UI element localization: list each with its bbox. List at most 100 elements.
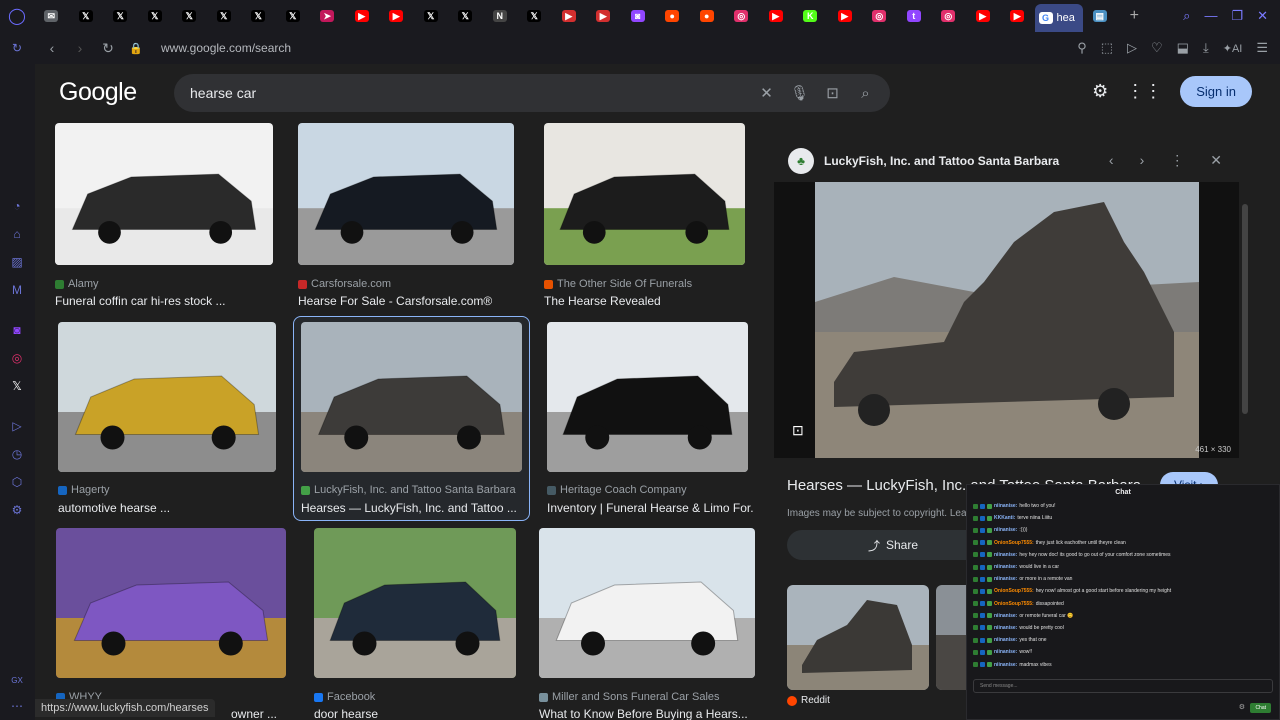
bird-tab[interactable]: ➤: [310, 0, 345, 32]
chat-username[interactable]: OnionSoup7555:: [994, 540, 1034, 546]
reload-icon[interactable]: ↻: [9, 40, 25, 56]
x-tab[interactable]: 𝕏: [414, 0, 449, 32]
chat-settings-icon[interactable]: ⚙: [1239, 703, 1245, 711]
chat-send-button[interactable]: Chat: [1250, 703, 1271, 713]
result-source[interactable]: Facebook: [314, 691, 375, 703]
history-icon[interactable]: ◷: [9, 446, 25, 462]
kick-tab[interactable]: K: [793, 0, 828, 32]
youtube-tab[interactable]: ▶: [1000, 0, 1035, 32]
preview-image[interactable]: ⊡ 461 × 330: [774, 182, 1239, 458]
x-tab[interactable]: 𝕏: [172, 0, 207, 32]
instagram-icon[interactable]: ◎: [9, 350, 25, 366]
panel-scrollbar[interactable]: [1242, 204, 1248, 414]
chat-username[interactable]: niinanise:: [994, 576, 1017, 582]
heart-icon[interactable]: ♡: [1151, 40, 1163, 56]
previous-icon[interactable]: ‹: [1109, 152, 1114, 169]
more-options-icon[interactable]: ⋮: [1170, 152, 1184, 169]
chat-username[interactable]: niinanise:: [994, 564, 1017, 570]
result-thumbnail[interactable]: [56, 528, 286, 678]
result-source[interactable]: The Other Side Of Funerals: [544, 278, 692, 290]
play-tab[interactable]: ▶: [552, 0, 587, 32]
close-panel-icon[interactable]: ✕: [1210, 152, 1222, 169]
result-title[interactable]: Hearses — LuckyFish, Inc. and Tattoo ...: [301, 501, 517, 515]
play-tab[interactable]: ▶: [586, 0, 621, 32]
opera-gx-logo-icon[interactable]: ◯: [0, 0, 34, 32]
tab-maps[interactable]: ▤: [1083, 0, 1118, 32]
next-icon[interactable]: ›: [1140, 152, 1145, 169]
chat-input[interactable]: Send message...: [973, 679, 1273, 693]
x-tab[interactable]: 𝕏: [448, 0, 483, 32]
youtube-tab[interactable]: ▶: [345, 0, 380, 32]
pin-icon[interactable]: ⚲: [1077, 40, 1087, 56]
result-thumbnail[interactable]: [301, 322, 522, 472]
result-source[interactable]: Hagerty: [58, 484, 110, 496]
google-logo[interactable]: Google: [59, 78, 137, 107]
x-tab[interactable]: 𝕏: [241, 0, 276, 32]
extensions-icon[interactable]: ⬡: [9, 474, 25, 490]
result-thumbnail[interactable]: [298, 123, 514, 265]
chat-username[interactable]: OnionSoup7555:: [994, 588, 1034, 594]
back-icon[interactable]: ‹: [41, 40, 63, 56]
related-source[interactable]: Reddit: [787, 695, 830, 706]
reload-page-icon[interactable]: ↻: [97, 40, 119, 57]
result-thumbnail[interactable]: [314, 528, 516, 678]
instagram-tab[interactable]: ◎: [724, 0, 759, 32]
close-window-icon[interactable]: ✕: [1257, 8, 1268, 24]
youtube-tab[interactable]: ▶: [379, 0, 414, 32]
reddit-tab[interactable]: ●: [655, 0, 690, 32]
lens-search-icon[interactable]: ⊡: [816, 84, 849, 102]
result-title[interactable]: door hearse: [314, 707, 378, 720]
player-icon[interactable]: ▷: [9, 418, 25, 434]
result-title[interactable]: Hearse For Sale - Carsforsale.com®: [298, 294, 492, 308]
chat-username[interactable]: KKKanti:: [994, 515, 1015, 521]
panel-source[interactable]: LuckyFish, Inc. and Tattoo Santa Barbara: [824, 154, 1059, 168]
apps-grid-icon[interactable]: ⋮⋮: [1126, 81, 1162, 102]
result-thumbnail[interactable]: [55, 123, 273, 265]
youtube-tab[interactable]: ▶: [759, 0, 794, 32]
x-tab[interactable]: 𝕏: [138, 0, 173, 32]
x-tab[interactable]: 𝕏: [517, 0, 552, 32]
tumblr-tab[interactable]: t: [897, 0, 932, 32]
visual-search-icon[interactable]: ⊡: [792, 422, 804, 439]
chat-username[interactable]: niinanise:: [994, 637, 1017, 643]
result-source[interactable]: Alamy: [55, 278, 99, 290]
result-title[interactable]: The Hearse Revealed: [544, 294, 661, 308]
youtube-tab[interactable]: ▶: [828, 0, 863, 32]
chat-username[interactable]: OnionSoup7555:: [994, 601, 1034, 607]
gx-badge-icon[interactable]: GX: [9, 672, 25, 688]
messenger-icon[interactable]: M: [9, 282, 25, 298]
result-thumbnail[interactable]: [58, 322, 276, 472]
result-thumbnail[interactable]: [544, 123, 745, 265]
instagram-tab[interactable]: ◎: [862, 0, 897, 32]
download-icon[interactable]: ⤓: [1203, 40, 1209, 56]
chat-username[interactable]: niinanise:: [994, 527, 1017, 533]
chat-username[interactable]: niinanise:: [994, 503, 1017, 509]
gmail-tab[interactable]: ✉: [34, 0, 69, 32]
reddit-tab[interactable]: ●: [690, 0, 725, 32]
snapshot-icon[interactable]: ⬚: [1101, 40, 1113, 56]
result-thumbnail[interactable]: [539, 528, 755, 678]
instagram-tab[interactable]: ◎: [931, 0, 966, 32]
x-icon[interactable]: 𝕏: [9, 378, 25, 394]
result-title[interactable]: What to Know Before Buying a Hears...: [539, 707, 748, 720]
twitch-tab[interactable]: ◙: [621, 0, 656, 32]
news-icon[interactable]: ▨: [9, 254, 25, 270]
chat-username[interactable]: niinanise:: [994, 649, 1017, 655]
chat-username[interactable]: niinanise:: [994, 662, 1017, 668]
maximize-icon[interactable]: ❐: [1231, 8, 1243, 24]
result-source[interactable]: Heritage Coach Company: [547, 484, 687, 496]
x-tab[interactable]: 𝕏: [103, 0, 138, 32]
voice-search-icon[interactable]: 🎙: [783, 84, 816, 102]
x-tab[interactable]: 𝕏: [69, 0, 104, 32]
news-tab[interactable]: N: [483, 0, 518, 32]
search-input[interactable]: hearse car: [190, 85, 750, 101]
result-title[interactable]: Funeral coffin car hi-res stock ...: [55, 294, 226, 308]
search-icon[interactable]: ⌕: [849, 85, 882, 102]
twitch-icon[interactable]: ◙: [9, 322, 25, 338]
search-tabs-icon[interactable]: ⌕: [1183, 8, 1190, 24]
related-image[interactable]: [787, 585, 929, 690]
chat-username[interactable]: niinanise:: [994, 613, 1017, 619]
x-tab[interactable]: 𝕏: [276, 0, 311, 32]
chat-username[interactable]: niinanise:: [994, 552, 1017, 558]
bag-icon[interactable]: ⌂: [9, 226, 25, 242]
